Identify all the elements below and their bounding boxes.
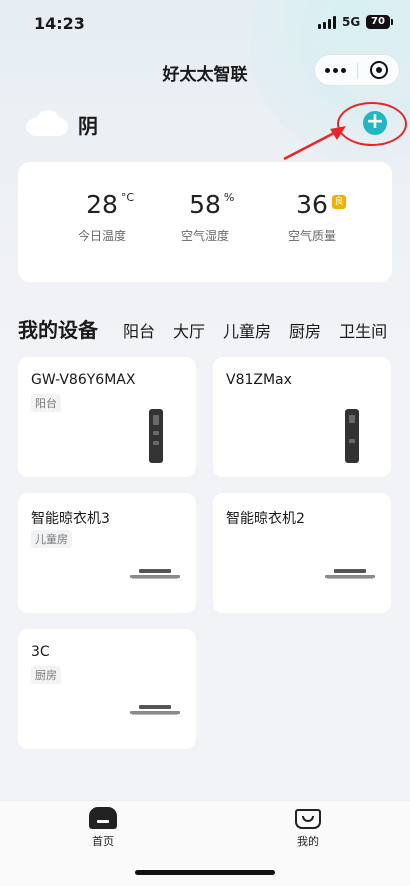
- tab-mine[interactable]: 我的: [268, 807, 348, 849]
- status-time: 14:23: [34, 14, 85, 33]
- home-icon: [89, 807, 117, 831]
- clothes-rack-icon: [130, 703, 180, 717]
- device-card[interactable]: V81ZMax: [213, 357, 391, 477]
- my-devices-title: 我的设备: [18, 318, 98, 342]
- tab-room-hall[interactable]: 大厅: [173, 318, 205, 342]
- more-options-button[interactable]: [315, 55, 357, 85]
- humidity-metric: 58 % 空气湿度: [145, 190, 265, 244]
- add-device-button[interactable]: +: [363, 111, 387, 135]
- device-name: 3C: [31, 644, 50, 660]
- device-card[interactable]: GW-V86Y6MAX 阳台: [18, 357, 196, 477]
- air-quality-metric: 36 良 空气质量: [252, 190, 372, 244]
- humidity-label: 空气湿度: [180, 229, 229, 243]
- room-tabs: 阳台 大厅 儿童房 厨房 卫生间: [123, 318, 410, 344]
- device-card[interactable]: 智能晾衣机2: [213, 493, 391, 613]
- tab-mine-label: 我的: [297, 835, 319, 848]
- device-name: GW-V86Y6MAX: [31, 372, 136, 388]
- tab-room-kitchen[interactable]: 厨房: [289, 318, 321, 342]
- temperature-value: 28: [86, 190, 118, 219]
- tab-room-bathroom[interactable]: 卫生间: [339, 318, 387, 342]
- device-room-tag: 阳台: [31, 394, 61, 412]
- clothes-rack-icon: [325, 567, 375, 581]
- device-name: V81ZMax: [226, 372, 292, 388]
- annotation-arrow-icon: [283, 126, 346, 161]
- miniprogram-capsule: [314, 54, 400, 86]
- home-indicator[interactable]: [135, 870, 275, 875]
- tab-room-kids[interactable]: 儿童房: [223, 318, 271, 342]
- signal-icon: [318, 16, 338, 29]
- weather-card: 28 °C 今日温度 58 % 空气湿度 36 良 空气质量: [18, 162, 392, 282]
- network-type: 5G: [342, 15, 361, 29]
- device-card[interactable]: 3C 厨房: [18, 629, 196, 749]
- tab-room-balcony[interactable]: 阳台: [123, 318, 155, 342]
- smart-lock-icon: [345, 409, 359, 463]
- cloud-icon: [22, 108, 68, 136]
- device-name: 智能晾衣机3: [31, 511, 110, 527]
- clothes-rack-icon: [130, 567, 180, 581]
- device-card[interactable]: 智能晾衣机3 儿童房: [18, 493, 196, 613]
- temperature-unit: °C: [120, 191, 135, 204]
- humidity-value: 58: [189, 190, 221, 219]
- weather-condition: 阴: [78, 114, 98, 138]
- status-bar: 14:23 5G 70: [0, 0, 410, 46]
- battery-cap: [391, 19, 393, 25]
- tab-home[interactable]: 首页: [63, 807, 143, 849]
- air-quality-badge: 良: [331, 195, 346, 209]
- device-room-tag: 厨房: [31, 666, 61, 684]
- device-room-tag: 儿童房: [31, 530, 72, 548]
- close-miniprogram-button[interactable]: [358, 55, 400, 85]
- humidity-unit: %: [223, 191, 235, 204]
- device-name: 智能晾衣机2: [226, 511, 305, 527]
- temperature-label: 今日温度: [77, 229, 126, 243]
- battery-icon: 70: [366, 15, 390, 29]
- profile-icon: [294, 807, 322, 831]
- air-quality-label: 空气质量: [287, 229, 336, 243]
- tab-home-label: 首页: [92, 835, 114, 848]
- smart-lock-icon: [149, 409, 163, 463]
- temperature-metric: 28 °C 今日温度: [42, 190, 162, 244]
- air-quality-value: 36: [296, 190, 328, 219]
